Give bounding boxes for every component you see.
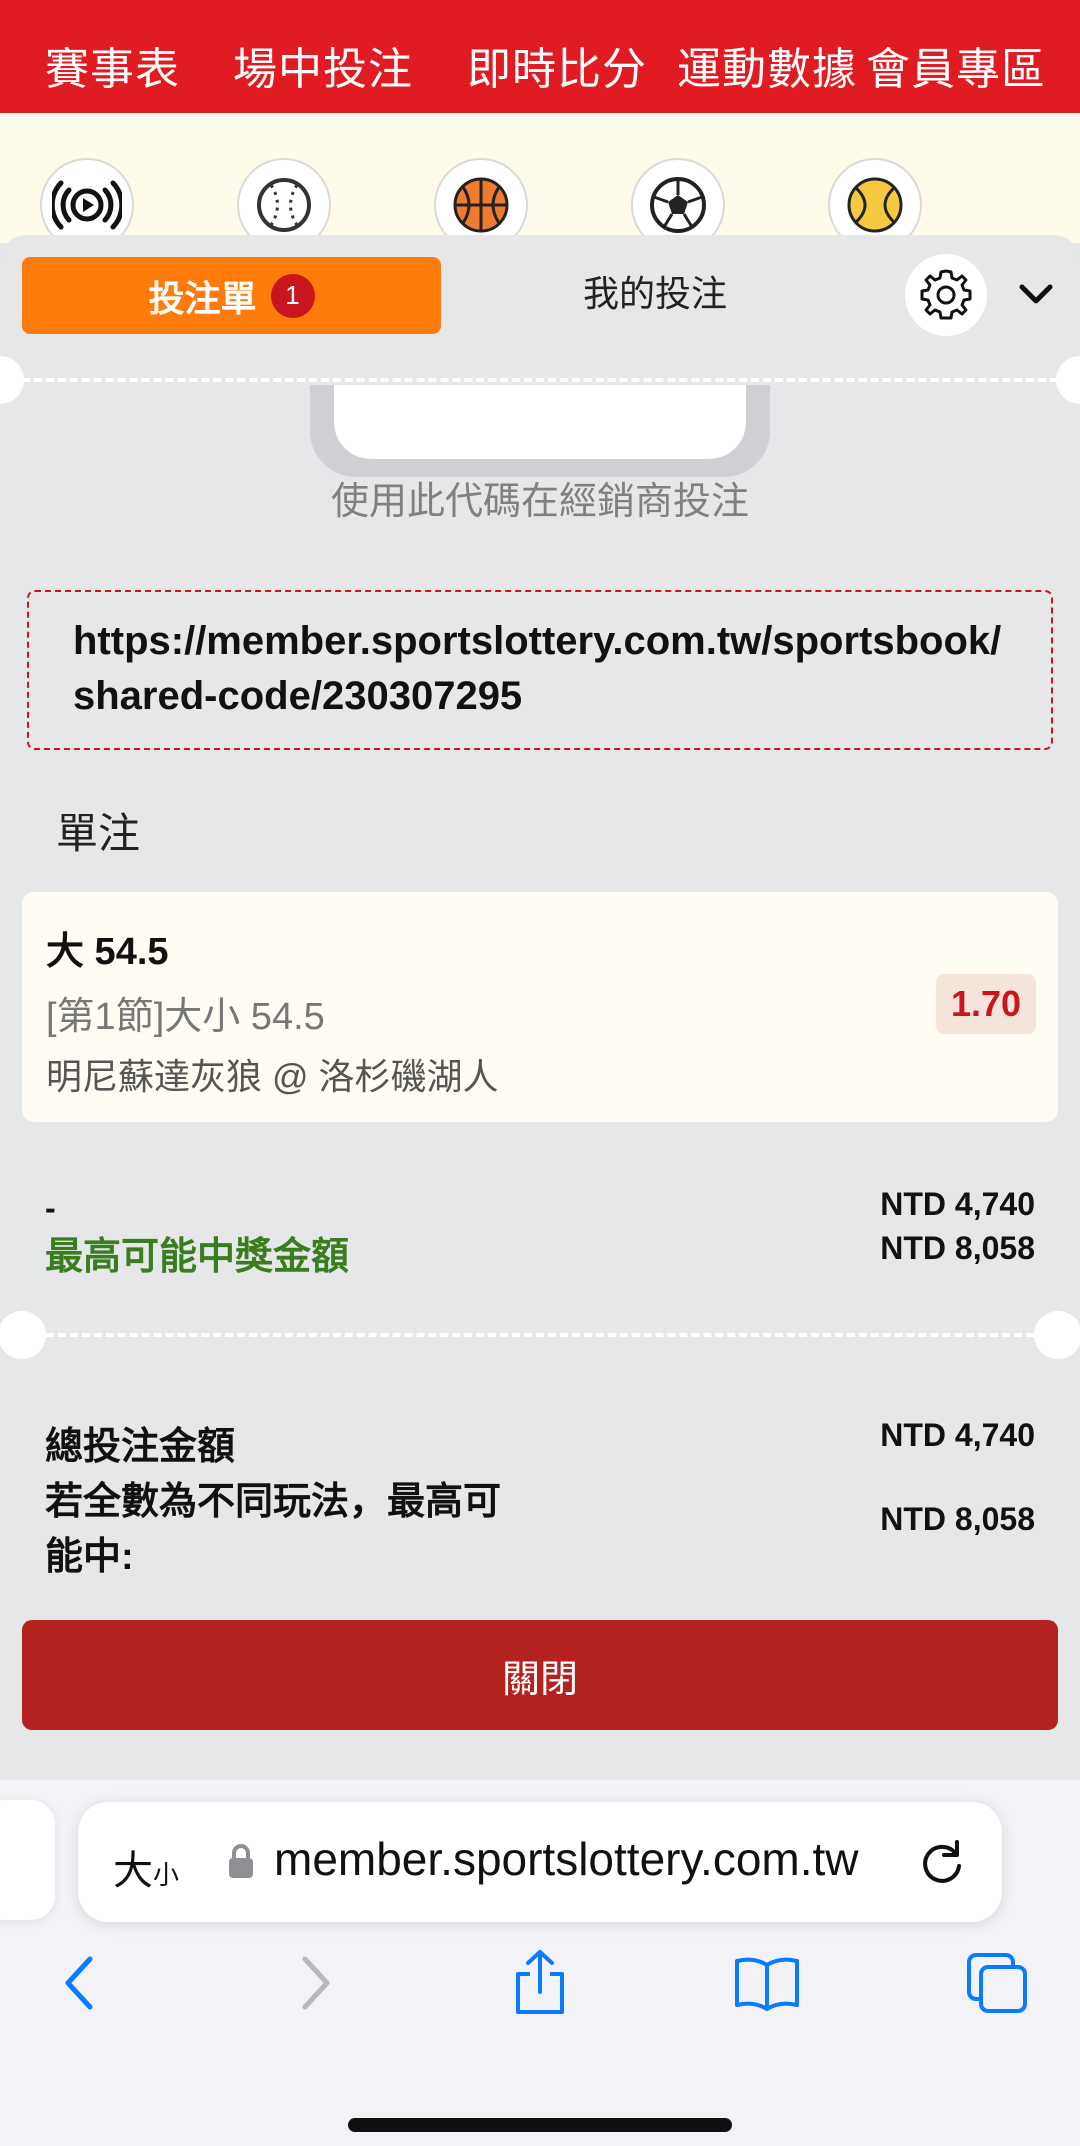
- code-hint: 使用此代碼在經銷商投注: [330, 481, 749, 523]
- top-nav: 賽事表 場中投注 即時比分 運動數據 會員專區: [0, 0, 1080, 113]
- total-stake-amount: NTD 4,740: [880, 1417, 1035, 1453]
- previous-tab-card[interactable]: [0, 1800, 55, 1920]
- close-button[interactable]: 關閉: [22, 1620, 1058, 1730]
- tab-bet-slip[interactable]: 投注單 1: [22, 257, 441, 334]
- bet-card: 大 54.5 [第1節]大小 54.5 明尼蘇達灰狼 @ 洛杉磯湖人 1.70: [22, 892, 1058, 1122]
- bet-market: [第1節]大小 54.5: [46, 996, 325, 1038]
- odds-badge: 1.70: [936, 974, 1036, 1034]
- combo-max-amount: NTD 8,058: [880, 1501, 1035, 1537]
- reader-text-size-button[interactable]: 大小: [113, 1838, 179, 1896]
- gear-icon[interactable]: [905, 254, 987, 336]
- max-win-amount: NTD 8,058: [880, 1230, 1035, 1266]
- max-win-label: 最高可能中獎金額: [45, 1236, 350, 1278]
- back-icon[interactable]: [45, 1948, 115, 2018]
- browser-toolbar: 大小 member.sportslottery.com.tw: [0, 1780, 1080, 2146]
- stake-amount: NTD 4,740: [880, 1186, 1035, 1222]
- combo-max-label-cont: 能中:: [45, 1536, 134, 1578]
- nav-item-schedule[interactable]: 賽事表: [45, 33, 180, 97]
- section-title-single: 單注: [56, 810, 141, 857]
- tab-my-bets[interactable]: 我的投注: [530, 265, 780, 317]
- tabs-icon[interactable]: [962, 1948, 1032, 2018]
- nav-item-member-area[interactable]: 會員專區: [866, 33, 1046, 97]
- forward-icon[interactable]: [280, 1948, 350, 2018]
- bet-slip-sheet: 投注單 1 我的投注 使用此代碼在經銷商投注 https://member.sp…: [0, 235, 1080, 1780]
- nav-item-live-score[interactable]: 即時比分: [467, 33, 647, 97]
- bet-selection: 大 54.5: [46, 931, 169, 973]
- address-text[interactable]: member.sportslottery.com.tw: [274, 1832, 964, 1886]
- aa-big: 大: [113, 1849, 153, 1893]
- total-stake-label: 總投注金額: [45, 1426, 236, 1468]
- bet-count-badge: 1: [270, 273, 315, 318]
- share-code-display: [310, 385, 770, 477]
- divider: [22, 378, 1058, 382]
- sport-bar: [0, 113, 1080, 252]
- ticket-notch-right: [1056, 356, 1080, 404]
- reload-icon[interactable]: [916, 1836, 968, 1888]
- stake-input[interactable]: -: [45, 1190, 56, 1227]
- nav-item-live-betting[interactable]: 場中投注: [233, 33, 413, 97]
- ticket-notch-left: [0, 356, 24, 404]
- bet-match: 明尼蘇達灰狼 @ 洛杉磯湖人: [46, 1056, 499, 1097]
- chevron-down-icon[interactable]: [1016, 279, 1056, 309]
- share-url[interactable]: https://member.sportslottery.com.tw/spor…: [27, 590, 1053, 750]
- nav-item-sports-data[interactable]: 運動數據: [677, 33, 857, 97]
- combo-max-label: 若全數為不同玩法，最高可: [45, 1481, 502, 1523]
- divider: [22, 1333, 1058, 1337]
- address-bar[interactable]: 大小 member.sportslottery.com.tw: [78, 1802, 1002, 1922]
- share-icon[interactable]: [505, 1948, 575, 2018]
- lock-icon: [229, 1844, 253, 1878]
- aa-small: 小: [153, 1860, 180, 1890]
- home-indicator: [348, 2118, 732, 2132]
- tab-bet-slip-label: 投注單: [148, 277, 257, 319]
- bookmarks-icon[interactable]: [732, 1948, 802, 2018]
